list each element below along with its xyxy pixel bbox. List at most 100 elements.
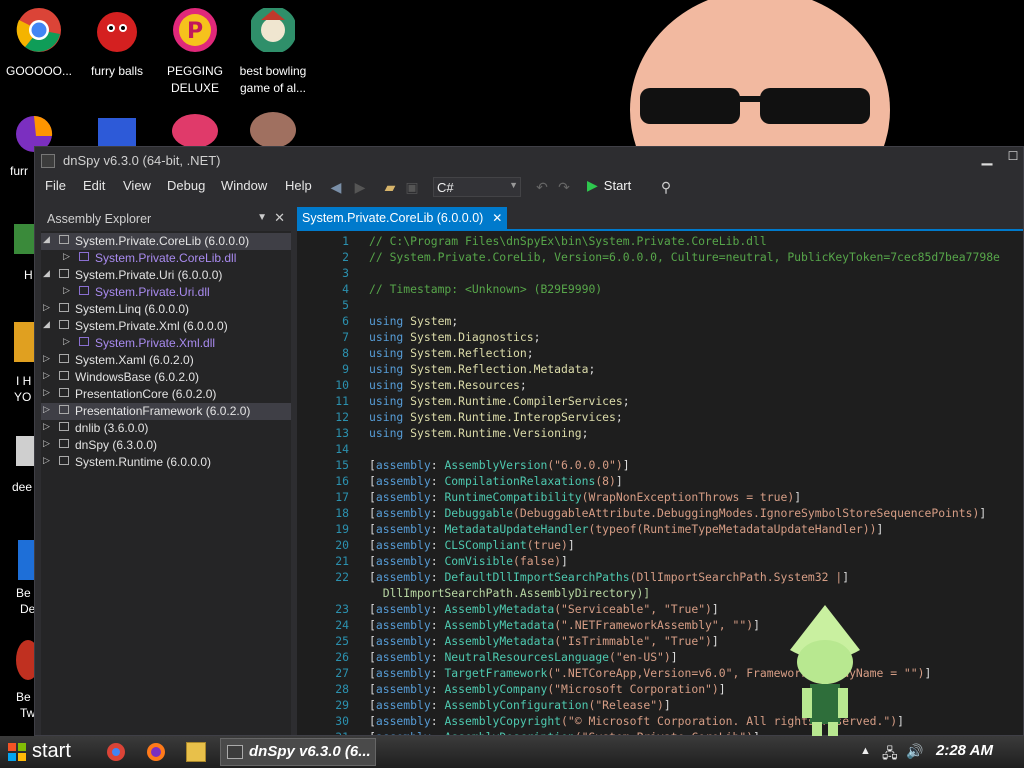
line-number: 31 [297, 729, 349, 735]
tree-item[interactable]: ▷ dnlib (3.6.0.0) [41, 420, 291, 437]
line-number: 6 [342, 314, 349, 328]
expand-arrow-icon[interactable]: ▷ [43, 370, 53, 381]
menu-help[interactable]: Help [285, 178, 312, 193]
language-select[interactable]: C# ▼ [433, 177, 521, 197]
taskbar: start dnSpy v6.3.0 (6... ▲ 🖧 🔊 2:28 AM [0, 736, 1024, 768]
expand-arrow-icon[interactable]: ▷ [43, 438, 53, 449]
close-icon[interactable]: ✕ [274, 210, 285, 226]
close-icon[interactable]: ✕ [492, 207, 502, 229]
code-token: CompilationRelaxations [444, 474, 596, 488]
expand-arrow-icon[interactable]: ▷ [63, 285, 73, 296]
desktop-icon-chrome[interactable]: GOOOOO... [0, 0, 78, 80]
tree-item[interactable]: ▷ System.Private.Uri.dll [41, 284, 291, 301]
app-icon[interactable] [16, 436, 36, 466]
desktop-partial-label: YO [14, 390, 32, 404]
tree-item[interactable]: ▷ System.Linq (6.0.0.0) [41, 301, 291, 318]
game-icon[interactable] [172, 114, 218, 148]
game-icon[interactable] [98, 118, 136, 148]
tree-item-label: System.Linq (6.0.0.0) [75, 302, 190, 316]
tree-item[interactable]: ▷ System.Runtime (6.0.0.0) [41, 454, 291, 471]
maximize-button[interactable]: ☐ [1003, 149, 1023, 169]
line-number: 14 [335, 442, 349, 456]
code-text: [assembly: AssemblyMetadata(".NETFramewo… [369, 618, 760, 632]
chrome-icon[interactable] [106, 742, 126, 762]
start-button[interactable]: start [0, 736, 90, 768]
firefox-icon[interactable] [146, 742, 166, 762]
desktop-icon-pegging-deluxe[interactable]: P PEGGING DELUXE [156, 0, 234, 97]
expand-arrow-icon[interactable]: ▷ [43, 455, 53, 466]
pegging-deluxe-icon: P [173, 8, 217, 52]
expand-arrow-icon[interactable]: ▷ [43, 353, 53, 364]
desktop-icon-label: best bowling game of al... [239, 64, 307, 95]
undo-icon[interactable]: ↶ [533, 178, 551, 196]
collapse-arrow-icon[interactable]: ◢ [43, 268, 53, 279]
line-number: 4 [342, 282, 349, 296]
desktop-icon-bowling[interactable]: best bowling game of al... [234, 0, 312, 97]
tab-corelib[interactable]: System.Private.CoreLib (6.0.0.0) ✕ [297, 207, 508, 229]
search-icon[interactable]: ⚲ [657, 178, 675, 196]
tree-item[interactable]: ▷ System.Private.Xml.dll [41, 335, 291, 352]
title-bar[interactable]: dnSpy v6.3.0 (64-bit, .NET) ▁ ☐ [35, 147, 1023, 173]
forward-icon[interactable]: ▶ [351, 178, 369, 196]
code-token: DefaultDllImportSearchPaths [444, 570, 630, 584]
assembly-icon [59, 405, 69, 414]
tree-item[interactable]: ▷ PresentationCore (6.0.2.0) [41, 386, 291, 403]
code-text: [assembly: Debuggable(DebuggableAttribut… [369, 506, 987, 520]
tab-label: System.Private.CoreLib (6.0.0.0) [302, 211, 484, 225]
tree-item[interactable]: ▷ WindowsBase (6.0.2.0) [41, 369, 291, 386]
tree-item[interactable]: ▷ PresentationFramework (6.0.2.0) [41, 403, 291, 420]
tree-item[interactable]: ◢ System.Private.Uri (6.0.0.0) [41, 267, 291, 284]
volume-icon[interactable]: 🔊 [906, 743, 923, 760]
menu-debug[interactable]: Debug [167, 178, 205, 193]
code-text: [assembly: MetadataUpdateHandler(typeof(… [369, 522, 884, 536]
game-icon[interactable] [250, 112, 296, 148]
expand-arrow-icon[interactable]: ▷ [63, 251, 73, 262]
expand-arrow-icon[interactable]: ▷ [43, 404, 53, 415]
code-token: System.Diagnostics [410, 330, 534, 344]
menu-window[interactable]: Window [221, 178, 267, 193]
code-token: CLSCompliant [444, 538, 527, 552]
clock[interactable]: 2:28 AM [936, 742, 993, 759]
code-token: ("IsTrimmable", "True") [554, 634, 712, 648]
collapse-arrow-icon[interactable]: ◢ [43, 319, 53, 330]
start-debug-button[interactable]: ▶ Start [587, 177, 631, 197]
chevron-down-icon[interactable]: ▼ [257, 212, 267, 223]
bowling-icon [251, 8, 295, 52]
taskbar-item-dnspy[interactable]: dnSpy v6.3.0 (6... [220, 738, 376, 766]
expand-arrow-icon[interactable]: ▷ [43, 302, 53, 313]
code-editor[interactable]: 1 // C:\Program Files\dnSpyEx\bin\System.… [297, 231, 1023, 735]
collapse-arrow-icon[interactable]: ◢ [43, 234, 53, 245]
line-number: 3 [342, 266, 349, 280]
assembly-icon [59, 235, 69, 244]
expand-arrow-icon[interactable]: ▷ [43, 387, 53, 398]
app-icon[interactable] [14, 322, 36, 362]
tree-item-label: System.Private.Uri (6.0.0.0) [75, 268, 223, 282]
back-icon[interactable]: ◀ [327, 178, 345, 196]
expand-arrow-icon[interactable]: ▷ [43, 421, 53, 432]
minimize-button[interactable]: ▁ [977, 149, 997, 169]
save-icon[interactable]: ▣ [403, 178, 421, 196]
menu-view[interactable]: View [123, 178, 151, 193]
module-icon [79, 286, 89, 295]
open-folder-icon[interactable]: ▰ [381, 178, 399, 196]
start-label: Start [603, 178, 632, 193]
tree-item[interactable]: ▷ System.Xaml (6.0.2.0) [41, 352, 291, 369]
tree-item[interactable]: ▷ System.Private.CoreLib.dll [41, 250, 291, 267]
tree-item[interactable]: ◢ System.Private.CoreLib (6.0.0.0) [41, 233, 291, 250]
code-text: [assembly: DefaultDllImportSearchPaths(D… [369, 570, 850, 584]
show-hidden-icons-icon[interactable]: ▲ [860, 745, 871, 757]
redo-icon[interactable]: ↷ [555, 178, 573, 196]
tree-item[interactable]: ▷ dnSpy (6.3.0.0) [41, 437, 291, 454]
folder-icon[interactable] [186, 742, 206, 762]
tree-item[interactable]: ◢ System.Private.Xml (6.0.0.0) [41, 318, 291, 335]
expand-arrow-icon[interactable]: ▷ [63, 336, 73, 347]
panel-splitter[interactable] [291, 207, 295, 735]
code-token: AssemblyCopyright [444, 714, 562, 728]
menu-file[interactable]: File [45, 178, 66, 193]
desktop-icon-furry-balls[interactable]: furry balls [78, 0, 156, 80]
line-number: 17 [335, 490, 349, 504]
network-icon[interactable]: 🖧 [882, 743, 898, 767]
peridot-sprite [790, 605, 860, 738]
menu-edit[interactable]: Edit [83, 178, 105, 193]
code-token: using [369, 330, 404, 344]
